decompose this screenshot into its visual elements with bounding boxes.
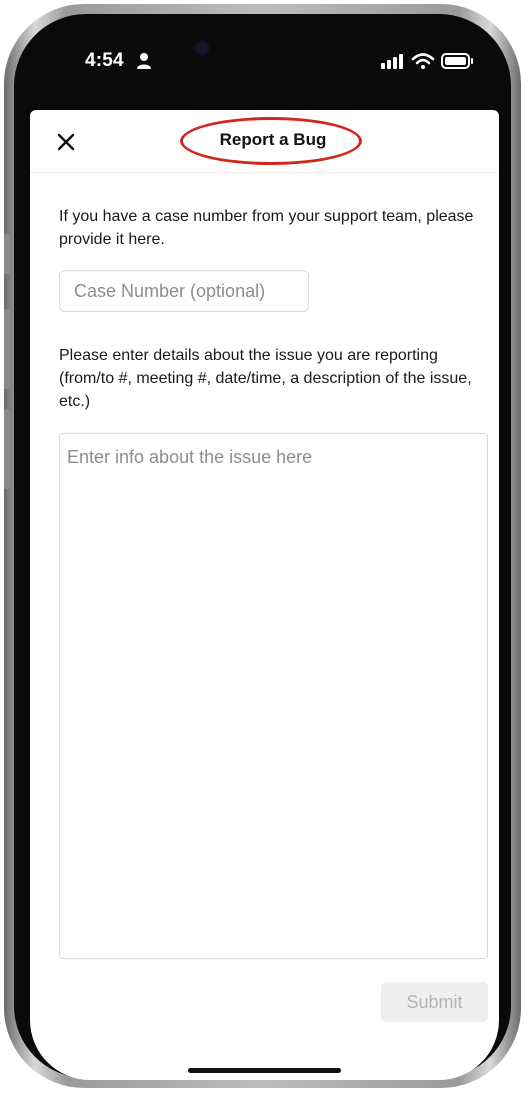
phone-mute-switch	[4, 234, 10, 274]
modal-header: Report a Bug	[30, 110, 499, 173]
report-bug-screen: Report a Bug If you have a case number f…	[30, 110, 499, 1080]
case-number-prompt: If you have a case number from your supp…	[59, 208, 474, 248]
screenshot-stage: 4:54 Report a Bug If you have a case num…	[0, 0, 529, 1095]
phone-volume-up-button	[4, 309, 10, 389]
person-icon	[137, 53, 151, 69]
wifi-icon	[411, 53, 435, 69]
front-camera	[194, 40, 210, 56]
case-number-input[interactable]	[59, 270, 309, 312]
status-icons	[381, 53, 473, 69]
cellular-signal-icon	[381, 54, 403, 69]
phone-volume-down-button	[4, 409, 10, 489]
title-highlight-annotation	[180, 117, 362, 165]
battery-icon	[441, 53, 473, 69]
submit-button[interactable]: Submit	[381, 982, 488, 1022]
home-indicator	[188, 1068, 341, 1073]
status-time: 4:54	[85, 50, 124, 71]
issue-details-prompt: Please enter details about the issue you…	[59, 347, 472, 410]
issue-details-textarea[interactable]	[59, 433, 488, 959]
